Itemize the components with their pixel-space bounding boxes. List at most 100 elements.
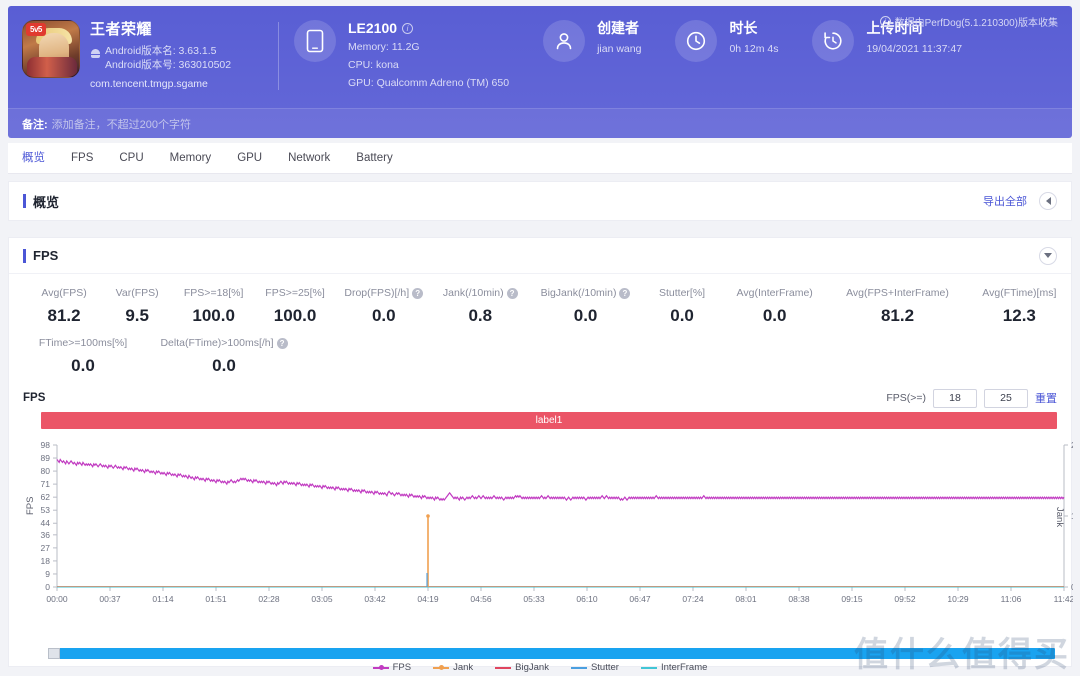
metric-fps-gte-18-value: 100.0	[192, 306, 235, 325]
svg-text:44: 44	[41, 518, 51, 528]
metric-avg-fps-value: 81.2	[47, 306, 81, 325]
device-text-block: LE2100 i Memory: 11.2G CPU: kona GPU: Qu…	[336, 20, 509, 91]
fps-card: FPS Avg(FPS) 81.2 Var(FPS) 9.5 FPS>=18[%…	[8, 237, 1073, 667]
device-cpu: CPU: kona	[348, 59, 399, 71]
scene-label-band[interactable]: label1	[41, 412, 1057, 429]
metric-avg-interframe-value: 0.0	[762, 306, 787, 325]
reset-link[interactable]: 重置	[1035, 390, 1057, 406]
tab-cpu[interactable]: CPU	[119, 143, 143, 173]
svg-text:10:29: 10:29	[947, 594, 969, 604]
y-axis-title-left: FPS	[25, 496, 36, 515]
metric-fps-gte-25: FPS>=25[%] 100.0	[254, 286, 336, 332]
device-name: LE2100 i	[348, 20, 509, 37]
metric-delta-ftime-label: Delta(FTime)>100ms[/h]	[160, 337, 274, 349]
creator-value: jian wang	[597, 43, 642, 55]
help-icon[interactable]: ?	[412, 287, 424, 299]
svg-text:01:14: 01:14	[152, 594, 174, 604]
metric-drop-fps-value: 0.0	[371, 306, 396, 325]
svg-text:03:05: 03:05	[311, 594, 333, 604]
legend-item-jank[interactable]: Jank	[433, 662, 473, 673]
collapse-left-button[interactable]	[1039, 192, 1057, 210]
report-header: 5v5 王者荣耀 Android版本名: 3.63.1.5 Android版本号…	[8, 6, 1072, 138]
metric-avg-interframe-label: Avg(InterFrame)	[736, 287, 813, 299]
fps-card-actions	[1039, 246, 1071, 265]
export-all-link[interactable]: 导出全部	[983, 193, 1027, 209]
metric-bigjank-label: BigJank(/10min)	[540, 287, 617, 299]
tab-network[interactable]: Network	[288, 143, 330, 173]
metric-drop-fps-label: Drop(FPS)[/h]	[344, 287, 410, 299]
tab-overview[interactable]: 概览	[22, 143, 45, 173]
svg-text:80: 80	[41, 466, 51, 476]
fps-card-title: FPS	[33, 248, 59, 263]
legend-label: Jank	[453, 662, 474, 673]
fps-plot-svg[interactable]: 98 89 80 71 62 53 44 36 27 18 9 0 0 1 2 00:00 00:37 01:14…	[9, 435, 1073, 615]
svg-text:06:47: 06:47	[629, 594, 651, 604]
fps-metrics-row-1: Avg(FPS) 81.2 Var(FPS) 9.5 FPS>=18[%] 10…	[9, 286, 1071, 332]
info-icon[interactable]: i	[402, 23, 414, 34]
metric-avg-fps: Avg(FPS) 81.2	[27, 286, 101, 332]
phone-icon	[294, 20, 336, 62]
overview-title-group: 概览	[9, 192, 59, 211]
remark-placeholder[interactable]: 添加备注，不超过200个字符	[52, 116, 191, 132]
svg-text:02:28: 02:28	[258, 594, 280, 604]
svg-text:07:24: 07:24	[682, 594, 704, 604]
metric-var-fps-value: 9.5	[125, 306, 149, 325]
y-axis-title-right: Jank	[1054, 507, 1065, 528]
overview-actions: 导出全部	[983, 192, 1071, 210]
device-memory: Memory: 11.2G	[348, 41, 420, 53]
app-icon: 5v5	[22, 20, 80, 78]
threshold-high-input[interactable]: 25	[984, 388, 1028, 408]
legend-color-swatch	[433, 664, 450, 670]
svg-text:08:38: 08:38	[788, 594, 810, 604]
duration-text: 时长 0h 12m 4s	[717, 20, 778, 56]
metric-drop-fps: Drop(FPS)[/h]? 0.0	[336, 286, 432, 332]
title-accent-bar	[23, 194, 26, 208]
metric-stutter-label: Stutter[%]	[659, 287, 706, 299]
device-name-label: LE2100	[348, 20, 398, 36]
metric-stutter: Stutter[%] 0.0	[642, 286, 722, 332]
main-tabbar: 概览 FPS CPU Memory GPU Network Battery	[8, 143, 1072, 174]
tab-memory[interactable]: Memory	[170, 143, 212, 173]
tab-fps[interactable]: FPS	[71, 143, 93, 173]
remark-bar[interactable]: 备注: 添加备注，不超过200个字符	[8, 108, 1072, 138]
legend-item-interframe[interactable]: InterFrame	[640, 662, 707, 673]
svg-text:05:33: 05:33	[523, 594, 545, 604]
app-version-code: Android版本号: 363010502	[105, 59, 232, 71]
tab-battery[interactable]: Battery	[356, 143, 392, 173]
legend-item-bigjank[interactable]: BigJank	[495, 662, 549, 673]
svg-text:18: 18	[41, 556, 51, 566]
svg-text:98: 98	[41, 440, 51, 450]
chart-scrollbar[interactable]	[48, 648, 1055, 659]
duration-value: 0h 12m 4s	[729, 43, 779, 55]
collapse-down-button[interactable]	[1039, 246, 1057, 265]
creator-block: 创建者 jian wang	[509, 20, 641, 62]
creator-label: 创建者	[597, 20, 640, 36]
fps-chart[interactable]: FPS Jank 98 89 80 71 62 53 44 36 27 18 9 0 0 1 2 00:00 0…	[9, 435, 1073, 615]
svg-text:04:56: 04:56	[470, 594, 492, 604]
help-icon[interactable]: ?	[619, 287, 631, 299]
tab-gpu[interactable]: GPU	[237, 143, 262, 173]
help-icon[interactable]: ?	[506, 287, 518, 299]
header-main-row: 5v5 王者荣耀 Android版本名: 3.63.1.5 Android版本号…	[8, 6, 1072, 106]
history-icon	[812, 20, 855, 62]
svg-text:53: 53	[41, 505, 51, 515]
legend-item-stutter[interactable]: Stutter	[570, 662, 619, 673]
threshold-low-input[interactable]: 18	[933, 388, 977, 408]
app-text-block: 王者荣耀 Android版本名: 3.63.1.5 Android版本号: 36…	[80, 20, 231, 91]
legend-label: FPS	[392, 662, 412, 673]
upload-value: 19/04/2021 11:37:47	[866, 43, 963, 55]
help-icon[interactable]: ?	[276, 337, 288, 349]
chart-scrollbar-thumb[interactable]	[48, 648, 60, 659]
metric-var-fps-label: Var(FPS)	[115, 287, 159, 299]
legend-color-swatch	[640, 666, 657, 669]
legend-item-fps[interactable]: FPS	[372, 662, 412, 673]
svg-text:36: 36	[41, 530, 51, 540]
header-divider	[278, 22, 279, 90]
chart-controls-row: FPS FPS(>=) 18 25 重置	[9, 382, 1071, 408]
svg-text:27: 27	[41, 543, 51, 553]
device-info-block: LE2100 i Memory: 11.2G CPU: kona GPU: Qu…	[266, 20, 509, 91]
metric-avg-fps-interframe: Avg(FPS+InterFrame) 81.2	[827, 286, 967, 332]
metric-fps-gte-25-label: FPS>=25[%]	[265, 287, 325, 299]
metric-avg-fps-label: Avg(FPS)	[41, 287, 87, 299]
svg-text:2: 2	[1071, 440, 1073, 450]
